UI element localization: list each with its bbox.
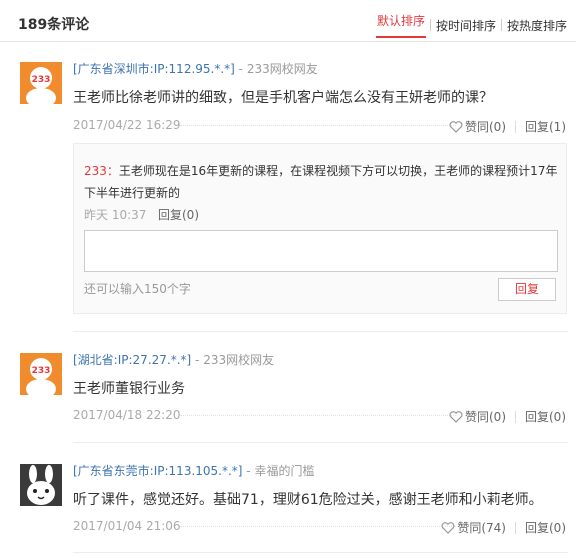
- comment-date: 2017/04/18 22:20: [73, 408, 181, 422]
- reply-button[interactable]: 回复(0): [525, 408, 566, 425]
- comment-count: 189条评论: [18, 17, 90, 33]
- comment-date: 2017/01/04 21:06: [73, 519, 181, 533]
- ip-location-link[interactable]: [广东省东莞市:IP:113.105.*.*]: [73, 464, 242, 478]
- reply-button[interactable]: 回复(0): [525, 519, 566, 536]
- dotted-divider: [180, 415, 456, 416]
- sort-by-time-tab[interactable]: 按时间排序: [435, 17, 497, 34]
- comment-divider: [73, 552, 568, 553]
- reply-date: 昨天 10:37: [84, 208, 147, 222]
- heart-icon: [449, 120, 463, 133]
- username: 幸福的门槛: [254, 464, 315, 478]
- svg-text:233: 233: [32, 75, 51, 85]
- reply-button[interactable]: 回复(1): [525, 118, 566, 135]
- comment-actions: 赞同(74) 回复(0): [441, 519, 566, 536]
- comment-divider: [73, 442, 568, 443]
- dotted-divider: [180, 526, 456, 527]
- sort-divider: [429, 19, 431, 31]
- like-count: 赞同(0): [465, 120, 506, 134]
- like-count: 赞同(74): [457, 521, 506, 535]
- submit-reply-button[interactable]: 回复: [498, 278, 556, 301]
- 233-logo-avatar-icon: 233: [20, 353, 62, 399]
- comment-actions: 赞同(0) 回复(0): [449, 408, 566, 425]
- reply-author[interactable]: 233：: [84, 164, 119, 178]
- comment-meta: [广东省深圳市:IP:112.95.*.*] - 233网校网友: [73, 60, 318, 77]
- meta-separator: -: [191, 353, 204, 367]
- username: 233网校网友: [246, 62, 318, 76]
- avatar[interactable]: 233: [20, 62, 62, 108]
- reply-reply-button[interactable]: 回复(0): [158, 206, 199, 223]
- comment-text: 听了课件，感觉还好。基础71，理财61危险过关，感谢王老师和小莉老师。: [73, 492, 543, 508]
- 233-logo-avatar-icon: 233: [20, 62, 62, 108]
- comment-text: 王老师董银行业务: [73, 381, 185, 397]
- like-button[interactable]: 赞同(0): [449, 408, 506, 425]
- comments-header: 189条评论 默认排序 按时间排序 按热度排序: [0, 0, 576, 42]
- reply-text: 王老师现在是16年更新的课程，在课程视频下方可以切换，王老师的课程预计17年下半…: [84, 164, 558, 200]
- sort-default-tab[interactable]: 默认排序: [375, 12, 426, 38]
- like-button[interactable]: 赞同(0): [449, 118, 506, 135]
- heart-icon: [441, 521, 455, 534]
- meta-separator: -: [234, 62, 247, 76]
- comment-divider: [73, 331, 568, 332]
- meta-separator: -: [242, 464, 255, 478]
- rabbit-avatar-icon: [20, 464, 62, 506]
- avatar[interactable]: [20, 464, 62, 506]
- like-button[interactable]: 赞同(74): [441, 519, 506, 536]
- ip-location-link[interactable]: [湖北省:IP:27.27.*.*]: [73, 353, 191, 367]
- reply-content: 233：王老师现在是16年更新的课程，在课程视频下方可以切换，王老师的课程预计1…: [84, 160, 558, 204]
- like-count: 赞同(0): [465, 410, 506, 424]
- avatar[interactable]: 233: [20, 353, 62, 399]
- action-divider: [515, 521, 516, 534]
- reply-input[interactable]: [84, 230, 558, 272]
- dotted-divider: [180, 125, 456, 126]
- reply-panel: 233：王老师现在是16年更新的课程，在课程视频下方可以切换，王老师的课程预计1…: [73, 143, 567, 314]
- sort-by-popularity-tab[interactable]: 按热度排序: [506, 17, 568, 34]
- action-divider: [515, 410, 516, 423]
- comment-meta: [广东省东莞市:IP:113.105.*.*] - 幸福的门槛: [73, 462, 314, 479]
- comment-actions: 赞同(0) 回复(1): [449, 118, 566, 135]
- heart-icon: [449, 410, 463, 423]
- comment-meta: [湖北省:IP:27.27.*.*] - 233网校网友: [73, 351, 274, 368]
- sort-divider: [500, 19, 502, 31]
- username: 233网校网友: [203, 353, 275, 367]
- action-divider: [515, 120, 516, 133]
- ip-location-link[interactable]: [广东省深圳市:IP:112.95.*.*]: [73, 62, 235, 76]
- comment-date: 2017/04/22 16:29: [73, 118, 181, 132]
- sort-options: 默认排序 按时间排序 按热度排序: [375, 12, 568, 38]
- svg-text:233: 233: [32, 366, 51, 376]
- comment-text: 王老师比徐老师讲的细致，但是手机客户端怎么没有王妍老师的课？: [73, 90, 493, 106]
- char-limit-hint: 还可以输入150个字: [84, 282, 191, 296]
